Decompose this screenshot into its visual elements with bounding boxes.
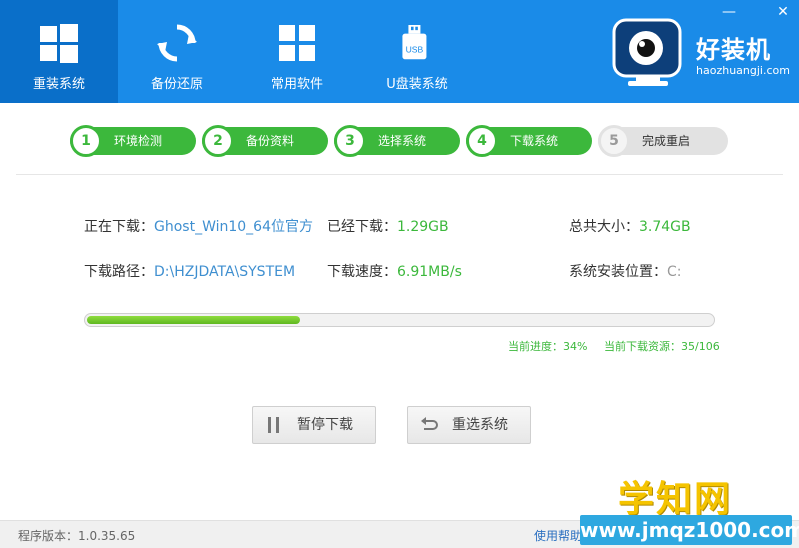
step-label: 完成重启 (642, 134, 691, 148)
step-number: 5 (598, 125, 630, 157)
step-number: 3 (334, 125, 366, 157)
divider (16, 174, 783, 175)
step-label: 下载系统 (510, 134, 559, 148)
nav-common-software[interactable]: 常用软件 (238, 0, 356, 103)
downloaded-info: 已经下载：1.29GB (327, 216, 449, 236)
header-bar: 重装系统 备份还原 常用软件 USB U盘装系统 — ✕ 好装机 haozhua… (0, 0, 799, 103)
step-number: 2 (202, 125, 234, 157)
downloading-label: 正在下载： (84, 219, 154, 235)
brand-domain: haozhuangji.com (696, 64, 790, 77)
reselect-system-label: 重选系统 (452, 417, 508, 433)
step-label: 选择系统 (378, 134, 427, 148)
downloading-value: Ghost_Win10_64位官方 (154, 219, 313, 235)
downloading-file-info: 正在下载：Ghost_Win10_64位官方 (84, 216, 320, 236)
progress-steps: 1 环境检测 2 备份资料 3 选择系统 4 下载系统 5 完成重启 (70, 125, 730, 157)
nav-label: 重装系统 (32, 77, 85, 92)
downloaded-label: 已经下载： (327, 219, 397, 235)
pause-download-label: 暂停下载 (297, 417, 353, 433)
resource-label: 当前下载资源： (604, 340, 681, 353)
downloaded-value: 1.29GB (397, 219, 449, 235)
nav-label: U盘装系统 (386, 77, 448, 92)
step-number: 1 (70, 125, 102, 157)
download-speed-info: 下载速度：6.91MB/s (327, 261, 462, 281)
progress-label: 当前进度： (508, 340, 563, 353)
progress-value: 34% (563, 340, 588, 353)
brand-name: 好装机 (696, 36, 771, 64)
total-size-info: 总共大小：3.74GB (569, 216, 691, 236)
download-path-label: 下载路径： (84, 264, 154, 280)
apps-grid-icon (279, 25, 315, 61)
download-path-info: 下载路径：D:\HZJDATA\SYSTEM (84, 261, 295, 281)
step-download-system: 4 下载系统 (466, 125, 592, 157)
reselect-system-button[interactable]: 重选系统 (407, 406, 531, 444)
nav-usb-install[interactable]: USB U盘装系统 (358, 0, 476, 103)
svg-text:USB: USB (406, 44, 424, 54)
nav-backup-restore[interactable]: 备份还原 (118, 0, 236, 103)
step-label: 环境检测 (114, 134, 163, 148)
step-label: 备份资料 (246, 134, 295, 148)
pause-icon (268, 417, 279, 433)
help-link[interactable]: 使用帮助 (534, 527, 582, 544)
download-speed-label: 下载速度： (327, 264, 397, 280)
pause-download-button[interactable]: 暂停下载 (252, 406, 376, 444)
install-location-value: C: (667, 264, 682, 280)
install-location-info: 系统安装位置：C: (569, 261, 682, 281)
download-path-value: D:\HZJDATA\SYSTEM (154, 264, 296, 280)
nav-reinstall-system[interactable]: 重装系统 (0, 0, 118, 103)
resource-value: 35/106 (681, 340, 720, 353)
usb-icon: USB (402, 25, 427, 60)
step-environment-check: 1 环境检测 (70, 125, 196, 157)
nav-label: 备份还原 (150, 77, 203, 92)
progress-percent-info: 当前进度：34% (508, 338, 587, 354)
sync-icon (157, 24, 197, 62)
nav-label: 常用软件 (270, 77, 323, 92)
watermark-url: www.jmqz1000.com (580, 515, 799, 545)
total-size-label: 总共大小： (569, 219, 639, 235)
undo-icon (421, 417, 438, 430)
step-select-system: 3 选择系统 (334, 125, 460, 157)
download-resource-info: 当前下载资源：35/106 (604, 338, 720, 354)
install-location-label: 系统安装位置： (569, 264, 667, 280)
monitor-eye-icon (612, 18, 682, 86)
program-version: 程序版本：1.0.35.65 (18, 529, 136, 543)
step-number: 4 (466, 125, 498, 157)
download-speed-value: 6.91MB/s (397, 264, 462, 280)
step-backup-data: 2 备份资料 (202, 125, 328, 157)
step-complete-restart: 5 完成重启 (598, 125, 728, 157)
total-size-value: 3.74GB (639, 219, 691, 235)
progress-fill (87, 316, 300, 324)
windows-icon (40, 24, 78, 63)
brand-logo: 好装机 haozhuangji.com (612, 14, 792, 90)
download-progress-bar (84, 313, 715, 327)
